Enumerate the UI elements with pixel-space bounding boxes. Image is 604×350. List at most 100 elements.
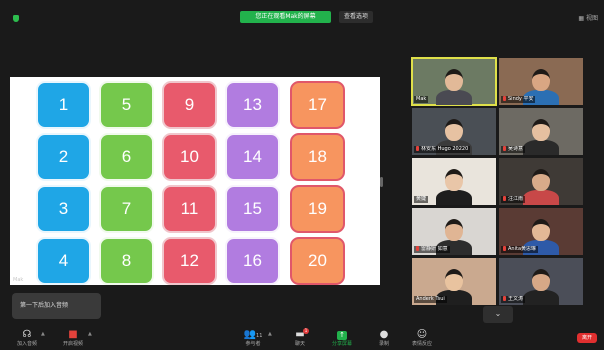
- participant-video-tile[interactable]: Anderk Tsui: [412, 258, 496, 305]
- participant-name-text: 雷静妍 如意: [421, 246, 448, 252]
- audio-options-caret-icon[interactable]: ▲: [41, 331, 45, 337]
- participant-face: [445, 69, 463, 91]
- participant-name-text: 吴诗意: [508, 146, 524, 152]
- participant-name-text: 黄婕: [416, 196, 427, 202]
- number-tile-5: 5: [99, 81, 154, 129]
- participants-button[interactable]: 👥11 参与者: [233, 329, 273, 348]
- participant-name-text: Anita黄思琳: [508, 246, 537, 252]
- number-tile-15: 15: [225, 185, 280, 233]
- participant-name-text: Sindy 平安: [508, 96, 534, 102]
- mic-muted-icon: [416, 246, 419, 251]
- record-label: 录制: [378, 341, 389, 347]
- participant-video-tile[interactable]: 雷静妍 如意: [412, 208, 496, 255]
- participant-name-text: 汪江雨: [508, 196, 524, 202]
- participant-video-tile[interactable]: 吴诗意: [499, 108, 583, 155]
- participant-video-tile[interactable]: 汪江雨: [499, 158, 583, 205]
- screen-share-banner[interactable]: 您正在观看Mak的屏幕: [240, 11, 331, 23]
- participant-face: [532, 69, 550, 91]
- participant-name-text: 王文涛: [508, 296, 524, 302]
- mic-muted-icon: [503, 96, 506, 101]
- number-tile-7: 7: [99, 185, 154, 233]
- join-audio-label: 加入音频: [16, 341, 37, 347]
- participant-video-tile[interactable]: Sindy 平安: [499, 58, 583, 105]
- split-drag-handle[interactable]: [380, 177, 383, 187]
- participant-name: Mak: [414, 96, 429, 103]
- chat-icon: ▬: [295, 329, 305, 340]
- participant-face: [445, 119, 463, 141]
- number-tile-2: 2: [36, 133, 91, 181]
- number-tile-grid: 1 2 3 4 5 6 7 8 9 10 11 12 13 14 15 16 17 18 19 20: [34, 79, 346, 285]
- view-options-button[interactable]: 查看选项: [339, 11, 373, 23]
- number-tile-9: 9: [162, 81, 217, 129]
- grid-icon: ▦: [578, 15, 585, 22]
- video-options-caret-icon[interactable]: ▲: [88, 331, 92, 337]
- participant-body: [523, 190, 559, 205]
- participants-glyph: 👥11: [233, 329, 273, 341]
- participants-caret-icon[interactable]: ▲: [268, 331, 272, 337]
- security-shield-icon[interactable]: [13, 15, 19, 22]
- participant-video-tile[interactable]: Anita黄思琳: [499, 208, 583, 255]
- participant-body: [436, 190, 472, 205]
- start-video-label: 开启视频: [62, 341, 83, 347]
- participant-name: 黄婕: [414, 196, 429, 203]
- record-icon: ●: [379, 329, 389, 340]
- video-off-icon: ■: [68, 329, 78, 340]
- participant-face: [445, 219, 463, 241]
- view-toggle-label: 视图: [585, 15, 598, 22]
- chat-button[interactable]: ▬ 1 聊天: [283, 328, 317, 348]
- view-toggle-button[interactable]: ▦ 视图: [578, 13, 598, 22]
- participants-count: 11: [256, 333, 263, 339]
- zoom-meeting-window: 您正在观看Mak的屏幕 查看选项 ▦ 视图 1 2 3 4 5 6 7 8 9 10 11 12 13 1…: [0, 0, 604, 350]
- number-tile-8: 8: [99, 237, 154, 285]
- start-video-button[interactable]: ■ 开启视频: [56, 329, 90, 348]
- meeting-toolbar: ☊ 加入音频 ▲ ■ 开启视频 ▲ 👥11 参与者 ▲ ▬ 1 聊天 ↑ 分享屏…: [0, 325, 604, 350]
- participant-body: [436, 90, 472, 105]
- number-tile-13: 13: [225, 81, 280, 129]
- participant-video-tile[interactable]: Mak: [411, 57, 497, 106]
- participant-video-tile[interactable]: 黄婕: [412, 158, 496, 205]
- mic-muted-icon: [503, 196, 506, 201]
- number-tile-4: 4: [36, 237, 91, 285]
- number-tile-20: 20: [290, 237, 345, 285]
- participant-name: 汪江雨: [501, 196, 526, 203]
- record-button[interactable]: ● 录制: [367, 329, 401, 348]
- participant-name-text: Anderk Tsui: [416, 296, 445, 302]
- headphones-icon: ☊: [22, 329, 32, 340]
- participant-name: 吴诗意: [501, 146, 526, 153]
- participant-body: [523, 290, 559, 305]
- mic-muted-icon: [416, 146, 419, 151]
- shared-screen: 1 2 3 4 5 6 7 8 9 10 11 12 13 14 15 16 17 18 19 20 Mak: [10, 77, 380, 285]
- number-tile-12: 12: [162, 237, 217, 285]
- number-tile-3: 3: [36, 185, 91, 233]
- participant-name: 雷静妍 如意: [414, 246, 450, 253]
- chat-unread-badge: 1: [303, 328, 309, 334]
- participants-icon: 👥: [243, 329, 257, 340]
- join-audio-button[interactable]: ☊ 加入音频: [10, 329, 44, 348]
- share-screen-icon: ↑: [325, 329, 359, 341]
- join-audio-toast: 第一下后加入音频: [12, 293, 101, 319]
- chevron-down-icon: ⌄: [494, 309, 502, 318]
- number-tile-18: 18: [290, 133, 345, 181]
- participant-face: [532, 269, 550, 291]
- share-screen-button[interactable]: ↑ 分享屏幕: [325, 329, 359, 348]
- participants-label: 参与者: [245, 341, 261, 347]
- leave-meeting-button[interactable]: 离开: [577, 333, 597, 343]
- participant-video-tile[interactable]: 林安东 Hugo 20220: [412, 108, 496, 155]
- number-tile-16: 16: [225, 237, 280, 285]
- participant-name: 林安东 Hugo 20220: [414, 146, 471, 153]
- reactions-label: 表情反应: [411, 341, 432, 347]
- number-tile-14: 14: [225, 133, 280, 181]
- mic-muted-icon: [503, 296, 506, 301]
- mic-muted-icon: [503, 246, 506, 251]
- collapse-gallery-button[interactable]: ⌄: [483, 306, 513, 323]
- number-tile-1: 1: [36, 81, 91, 129]
- reactions-button[interactable]: ☺ 表情反应: [405, 329, 439, 348]
- participant-face: [532, 119, 550, 141]
- number-tile-10: 10: [162, 133, 217, 181]
- share-screen-label: 分享屏幕: [331, 341, 352, 347]
- number-tile-11: 11: [162, 185, 217, 233]
- participant-video-tile[interactable]: 王文涛: [499, 258, 583, 305]
- participant-name-text: Mak: [416, 96, 427, 102]
- participant-body: [523, 140, 559, 155]
- shared-screen-watermark: Mak: [13, 277, 24, 283]
